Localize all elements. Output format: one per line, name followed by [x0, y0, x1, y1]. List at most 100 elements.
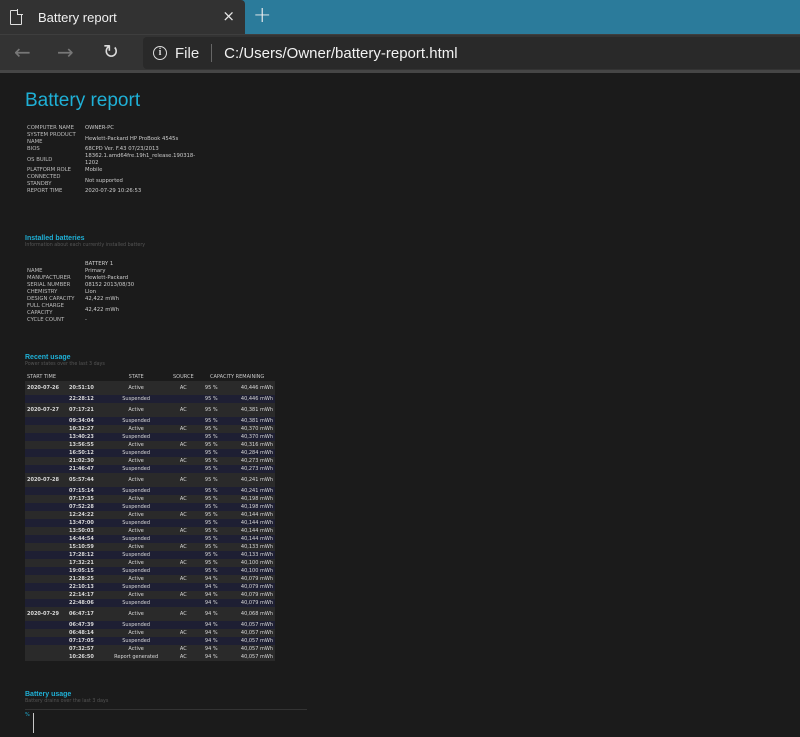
- usage-time: 21:46:47: [67, 465, 105, 473]
- usage-capacity: 40,133 mWh: [223, 551, 275, 559]
- usage-time: 06:47:17: [67, 607, 105, 621]
- usage-state: Suspended: [105, 519, 168, 527]
- usage-percent: 95 %: [199, 425, 224, 433]
- usage-percent: 94 %: [199, 575, 224, 583]
- reload-icon[interactable]: ↻: [103, 41, 119, 63]
- usage-row: 06:47:39 Suspended 94 % 40,057 mWh: [25, 621, 275, 629]
- usage-row: 13:50:03 Active AC 95 % 40,144 mWh: [25, 527, 275, 535]
- system-info-row: BIOS 68CPD Ver. F.43 07/23/2013: [25, 146, 198, 153]
- usage-date: [25, 511, 67, 519]
- system-info-row: OS BUILD 18362.1.amd64fre.19h1_release.19…: [25, 153, 198, 167]
- back-arrow-icon[interactable]: ←: [14, 41, 31, 63]
- browser-toolbar: ← → ↻ i File C:/Users/Owner/battery-repo…: [0, 34, 800, 70]
- usage-percent: 95 %: [199, 381, 224, 395]
- usage-date: [25, 417, 67, 425]
- usage-time: 17:28:12: [67, 551, 105, 559]
- usage-state: Active: [105, 473, 168, 487]
- divider: [211, 44, 213, 62]
- usage-capacity: 40,079 mWh: [223, 575, 275, 583]
- usage-source: AC: [167, 607, 200, 621]
- usage-time: 14:44:54: [67, 535, 105, 543]
- usage-capacity: 40,057 mWh: [223, 621, 275, 629]
- usage-source: AC: [167, 527, 200, 535]
- info-icon[interactable]: i: [153, 46, 167, 60]
- usage-time: 07:17:35: [67, 495, 105, 503]
- usage-state: Active: [105, 591, 168, 599]
- usage-state: Suspended: [105, 449, 168, 457]
- battery-key: FULL CHARGE CAPACITY: [27, 303, 64, 316]
- usage-date: [25, 567, 67, 575]
- usage-time: 22:10:13: [67, 583, 105, 591]
- usage-time: 07:17:05: [67, 637, 105, 645]
- usage-state: Active: [105, 495, 168, 503]
- usage-row: 13:47:00 Suspended 95 % 40,144 mWh: [25, 519, 275, 527]
- battery-value: 08152 2013/08/30: [85, 282, 135, 288]
- battery-row: SERIAL NUMBER 08152 2013/08/30: [25, 282, 175, 289]
- usage-date: [25, 653, 67, 661]
- usage-source: [167, 519, 200, 527]
- usage-capacity: 40,381 mWh: [223, 403, 275, 417]
- usage-capacity: 40,144 mWh: [223, 535, 275, 543]
- installed-batteries-section: Installed batteries Information about ea…: [25, 235, 800, 324]
- usage-percent: 95 %: [199, 441, 224, 449]
- usage-capacity: 40,198 mWh: [223, 503, 275, 511]
- system-info-row: CONNECTED STANDBY Not supported: [25, 174, 198, 188]
- usage-capacity: 40,079 mWh: [223, 591, 275, 599]
- new-tab-button[interactable]: +: [253, 4, 271, 28]
- system-info-row: COMPUTER NAME OWNER-PC: [25, 125, 198, 132]
- battery-value: LIon: [85, 289, 97, 295]
- usage-state: Active: [105, 403, 168, 417]
- usage-state: Suspended: [105, 599, 168, 607]
- battery-key: MANUFACTURER: [27, 275, 71, 281]
- usage-state: Suspended: [105, 583, 168, 591]
- usage-state: Active: [105, 559, 168, 567]
- usage-percent: 95 %: [199, 511, 224, 519]
- usage-source: AC: [167, 381, 200, 395]
- usage-row: 19:05:15 Suspended 95 % 40,100 mWh: [25, 567, 275, 575]
- usage-source: [167, 395, 200, 403]
- usage-source: AC: [167, 511, 200, 519]
- usage-date: [25, 559, 67, 567]
- usage-row: 21:46:47 Suspended 95 % 40,273 mWh: [25, 465, 275, 473]
- info-value: 2020-07-29 10:26:53: [85, 188, 142, 194]
- usage-percent: 94 %: [199, 591, 224, 599]
- usage-source: AC: [167, 403, 200, 417]
- usage-percent: 95 %: [199, 535, 224, 543]
- usage-time: 22:48:06: [67, 599, 105, 607]
- usage-date: 2020-07-27: [25, 403, 67, 417]
- usage-date: [25, 629, 67, 637]
- usage-time: 13:56:55: [67, 441, 105, 449]
- usage-percent: 95 %: [199, 551, 224, 559]
- usage-percent: 95 %: [199, 559, 224, 567]
- usage-state: Suspended: [105, 621, 168, 629]
- usage-date: [25, 591, 67, 599]
- address-bar[interactable]: i File C:/Users/Owner/battery-report.htm…: [143, 37, 800, 69]
- close-tab-icon[interactable]: ×: [222, 8, 235, 25]
- tab-battery-report[interactable]: Battery report ×: [0, 0, 245, 34]
- usage-row: 15:10:59 Active AC 95 % 40,133 mWh: [25, 543, 275, 551]
- usage-row: 2020-07-27 07:17:21 Active AC 95 % 40,38…: [25, 403, 275, 417]
- battery-value: 42,422 mWh: [85, 296, 119, 302]
- battery-key: CHEMISTRY: [27, 289, 58, 295]
- battery-key: CYCLE COUNT: [27, 317, 65, 323]
- usage-capacity: 40,273 mWh: [223, 457, 275, 465]
- usage-source: [167, 599, 200, 607]
- url-text[interactable]: C:/Users/Owner/battery-report.html: [224, 45, 457, 62]
- usage-time: 06:48:14: [67, 629, 105, 637]
- usage-date: [25, 543, 67, 551]
- usage-date: [25, 621, 67, 629]
- info-key: REPORT TIME: [27, 188, 63, 194]
- usage-source: AC: [167, 543, 200, 551]
- usage-row: 07:17:35 Active AC 95 % 40,198 mWh: [25, 495, 275, 503]
- usage-capacity: 40,370 mWh: [223, 433, 275, 441]
- forward-arrow-icon[interactable]: →: [57, 41, 74, 63]
- usage-source: [167, 503, 200, 511]
- usage-capacity: 40,241 mWh: [223, 487, 275, 495]
- usage-capacity: 40,057 mWh: [223, 653, 275, 661]
- battery-key: SERIAL NUMBER: [27, 282, 71, 288]
- battery-row: NAME Primary: [25, 268, 175, 275]
- usage-percent: 94 %: [199, 607, 224, 621]
- usage-row: 2020-07-26 20:51:10 Active AC 95 % 40,44…: [25, 381, 275, 395]
- usage-time: 17:32:21: [67, 559, 105, 567]
- usage-date: [25, 551, 67, 559]
